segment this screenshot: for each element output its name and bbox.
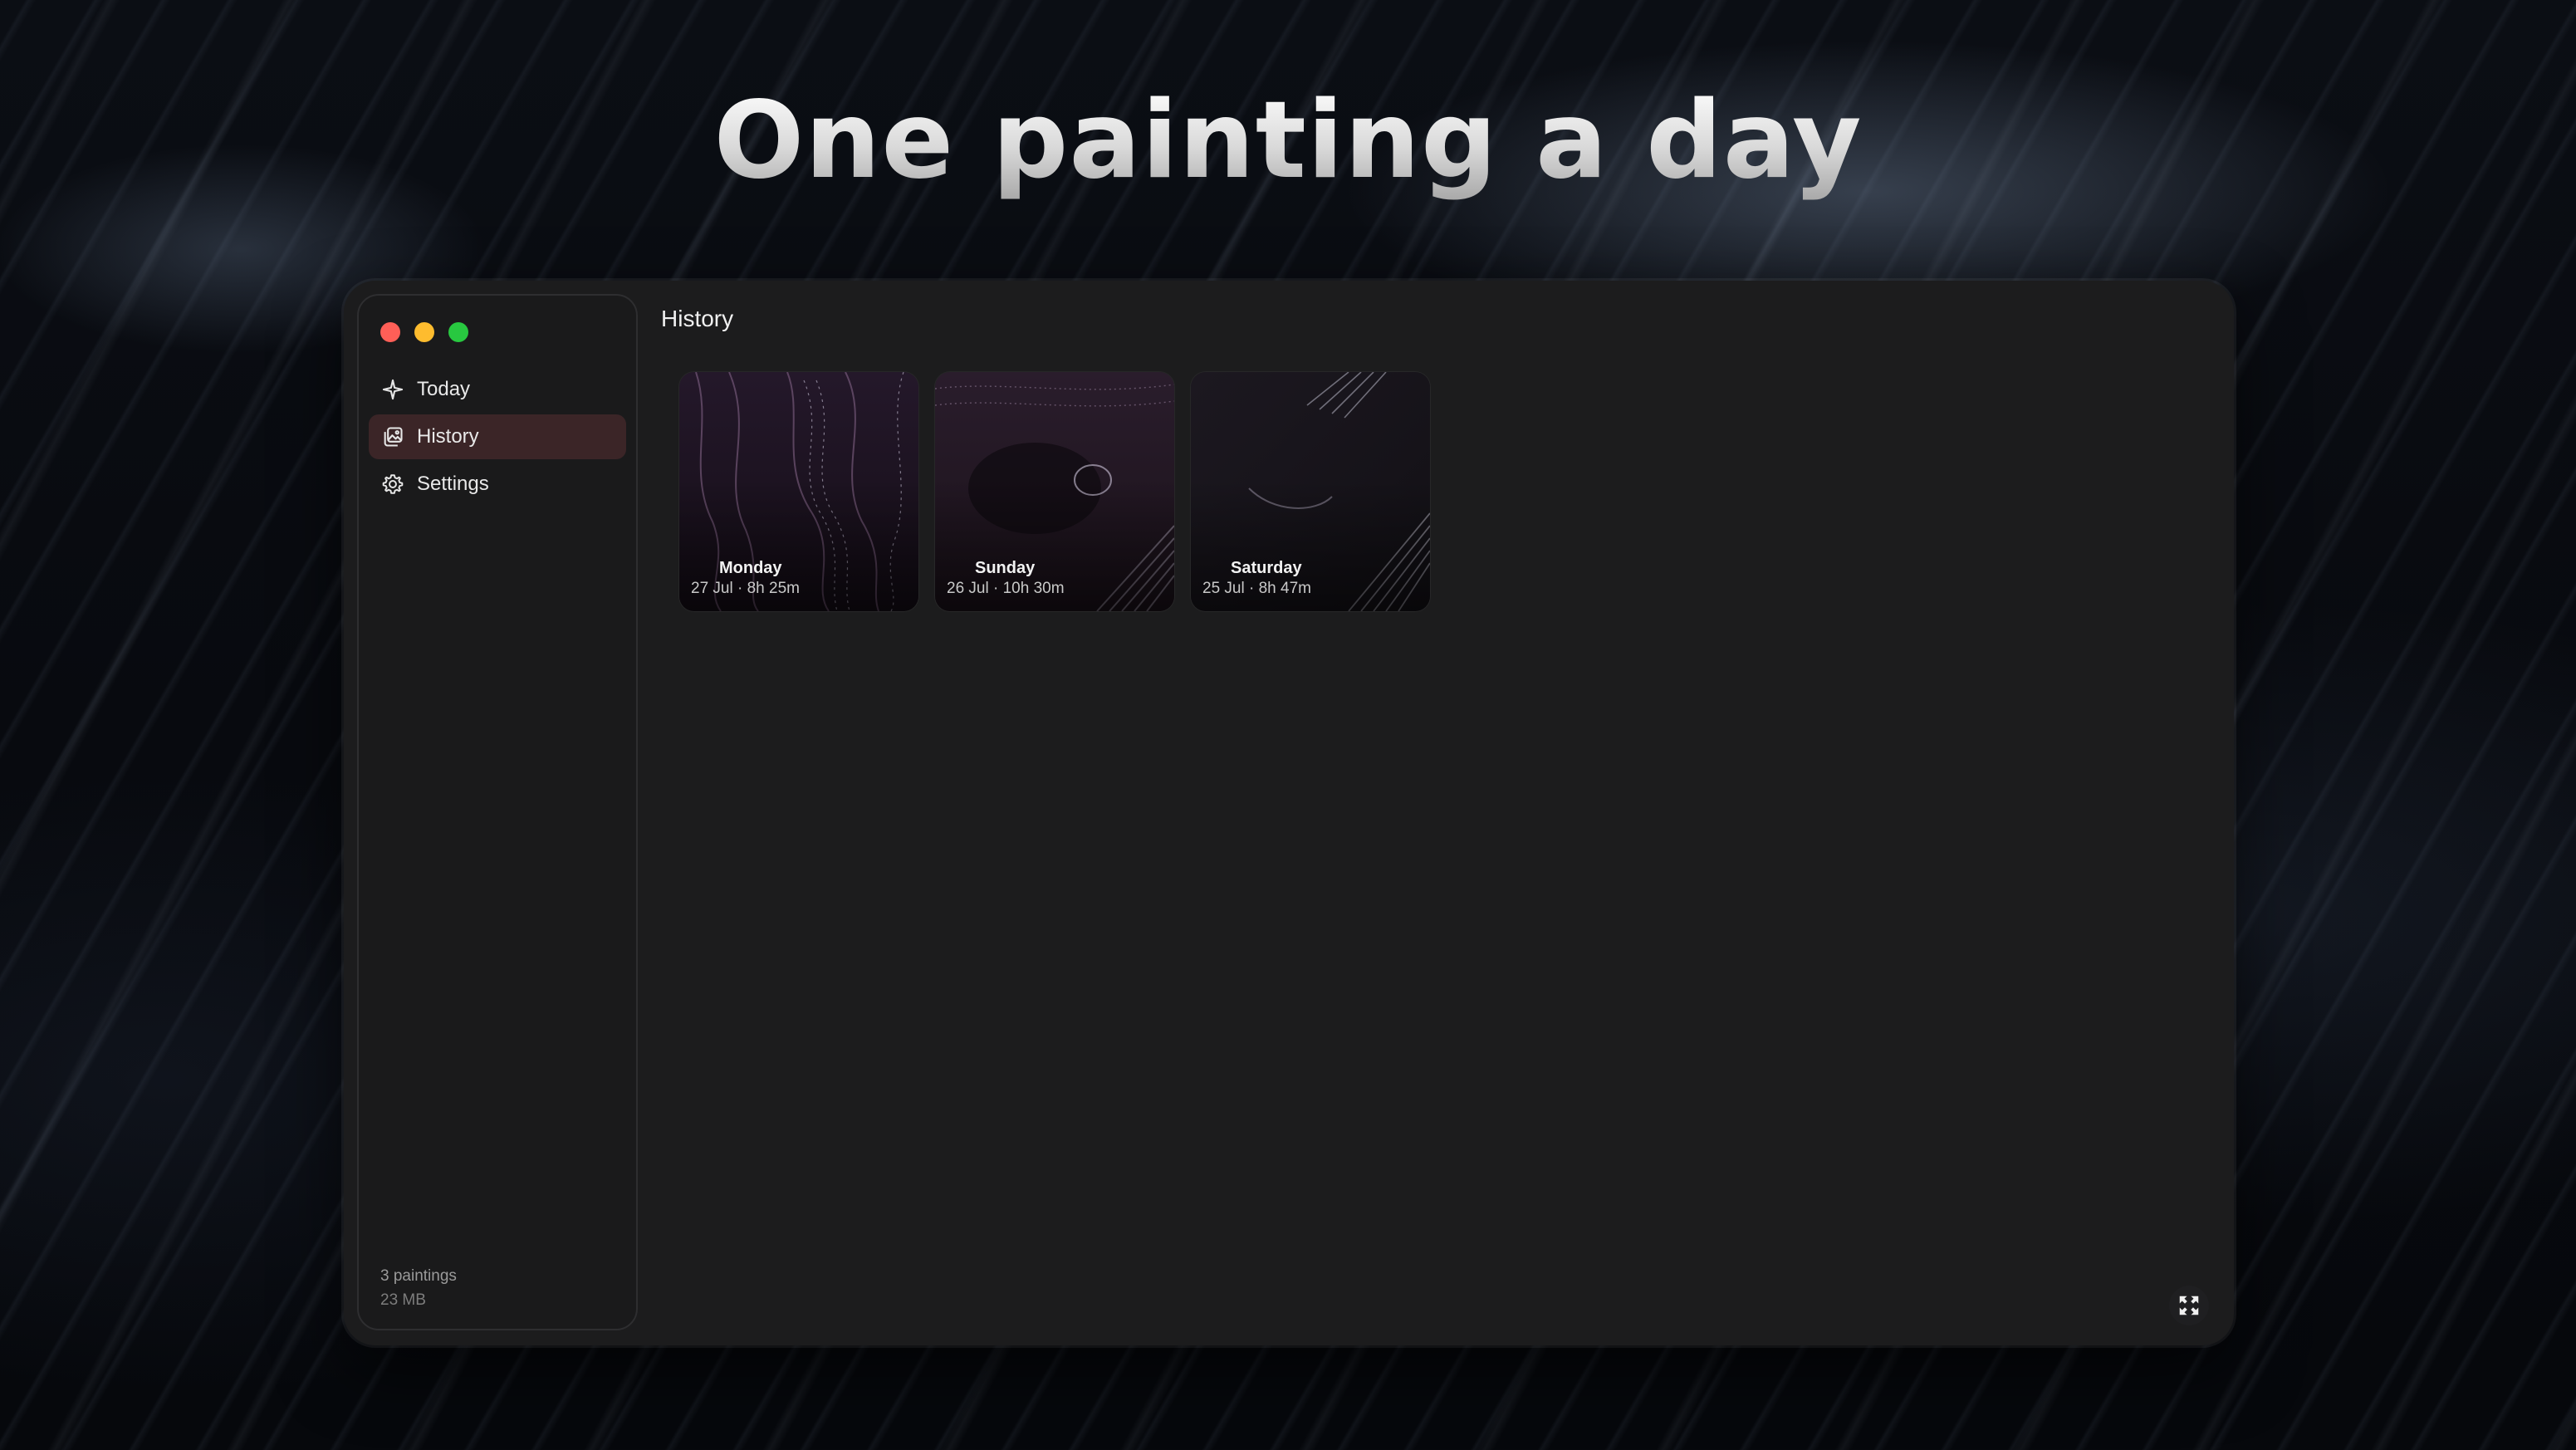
sidebar: Today History Settings 3 paintings 23 MB [357,294,638,1330]
expand-icon [2179,1296,2199,1315]
gear-icon [380,472,405,497]
card-day: Monday [719,559,782,577]
hero-headline: One painting a day [0,82,2576,200]
card-meta: 25 Jul · 8h 47m [1202,580,1311,597]
card-meta: 26 Jul · 10h 30m [947,580,1065,597]
storage-size: 23 MB [380,1291,426,1309]
storage-summary: 3 paintings 23 MB [380,1264,457,1312]
card-shade [679,372,918,611]
sparkle-icon [380,377,405,402]
painting-grid: Monday 27 Jul · 8h 25m Sunday 26 Jul · 1… [679,372,1430,611]
gallery-icon [380,424,405,449]
zoom-button[interactable] [448,322,468,342]
page-title: History [661,306,734,331]
window-controls [380,322,468,342]
painting-count: 3 paintings [380,1267,457,1285]
sidebar-item-history[interactable]: History [369,414,626,459]
painting-card-saturday[interactable]: Saturday 25 Jul · 8h 47m [1191,372,1430,611]
minimize-button[interactable] [414,322,434,342]
sidebar-nav: Today History Settings [369,367,626,509]
sidebar-item-today[interactable]: Today [369,367,626,412]
sidebar-item-label: Today [417,378,471,400]
card-day: Sunday [975,559,1036,577]
sidebar-item-label: History [417,425,479,448]
card-meta: 27 Jul · 8h 25m [691,580,800,597]
close-button[interactable] [380,322,400,342]
painting-card-sunday[interactable]: Sunday 26 Jul · 10h 30m [935,372,1174,611]
sidebar-item-settings[interactable]: Settings [369,462,626,507]
sidebar-item-label: Settings [417,473,489,495]
fullscreen-button[interactable] [2169,1286,2209,1325]
card-shade [935,372,1174,611]
app-window: Today History Settings 3 paintings 23 MB… [344,281,2234,1345]
card-shade [1191,372,1430,611]
painting-card-monday[interactable]: Monday 27 Jul · 8h 25m [679,372,918,611]
card-day: Saturday [1231,559,1302,577]
